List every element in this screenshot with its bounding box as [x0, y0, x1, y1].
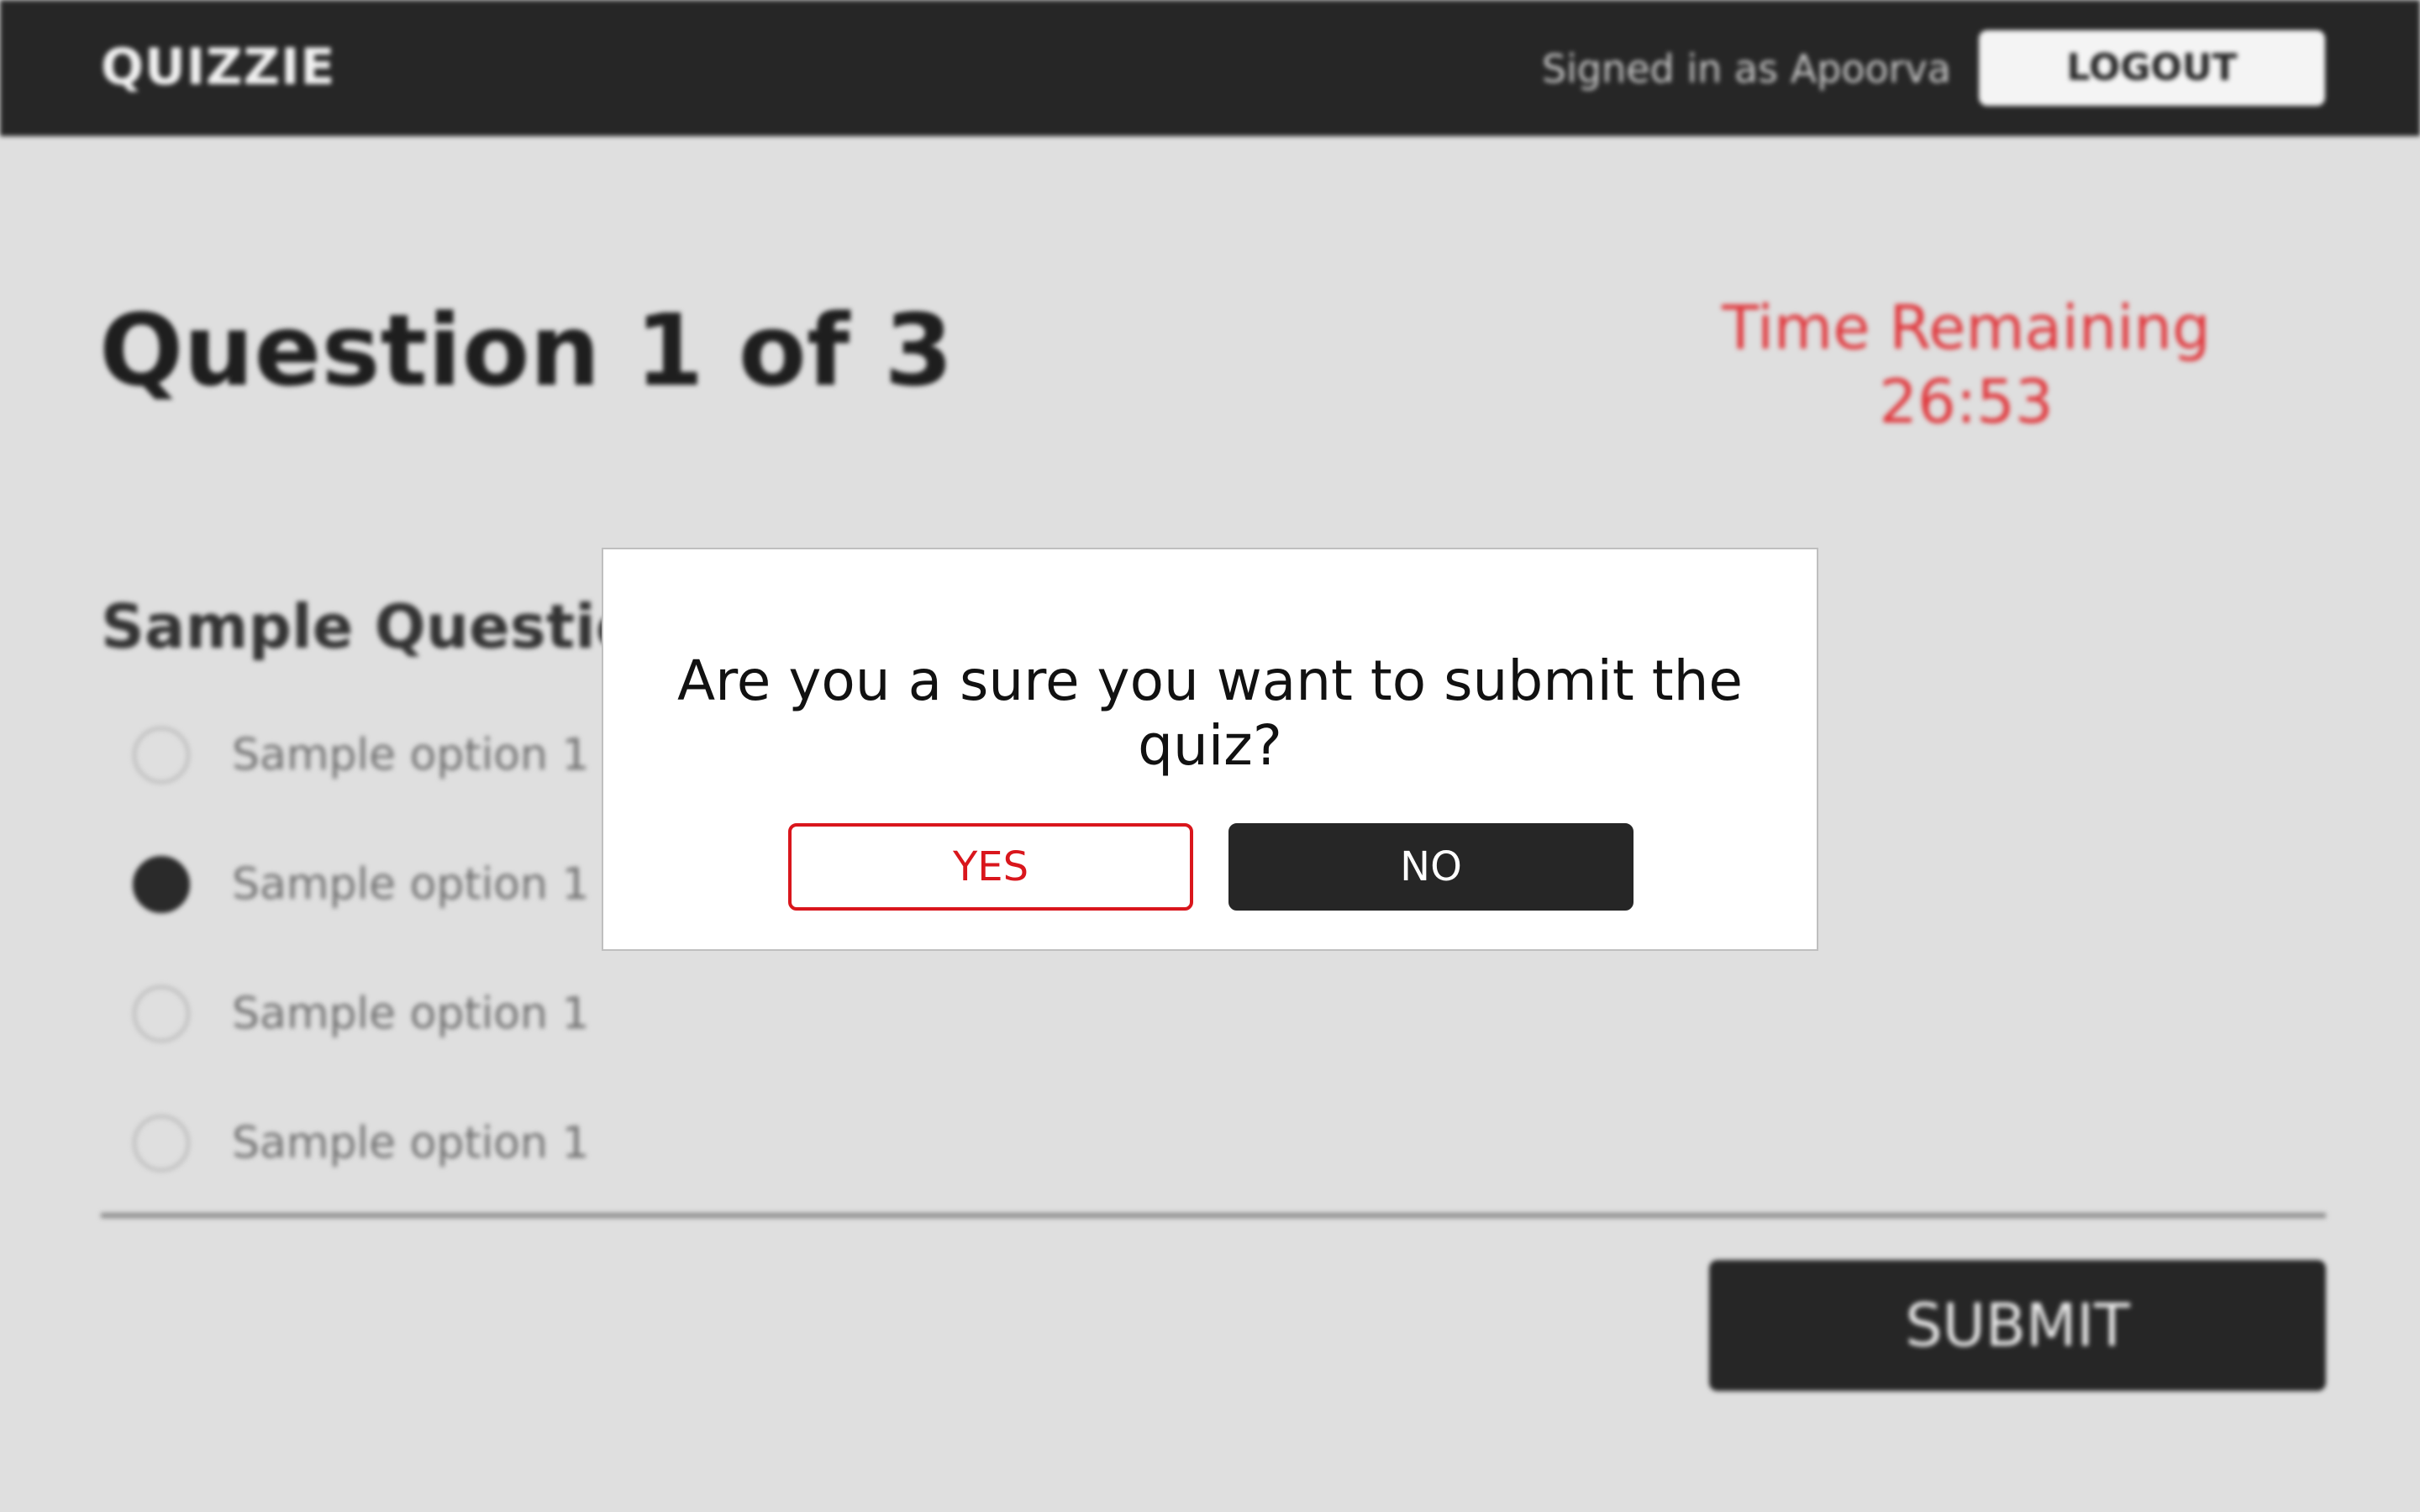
option-label: Sample option 1	[232, 730, 590, 780]
answer-option[interactable]: Sample option 1	[133, 1114, 590, 1173]
app-logo: QUIZZIE	[101, 38, 336, 97]
radio-button[interactable]	[133, 1115, 190, 1172]
option-label: Sample option 1	[232, 989, 590, 1039]
timer-label: Time Remaining	[1722, 292, 2211, 363]
option-label: Sample option 1	[232, 859, 590, 910]
signed-in-text: Signed in as Apoorva	[1541, 46, 1951, 92]
confirm-no-button[interactable]: NO	[1228, 823, 1634, 911]
dialog-message: Are you a sure you want to submit the qu…	[676, 648, 1744, 778]
radio-button-selected[interactable]	[133, 856, 190, 913]
top-navbar: QUIZZIE Signed in as Apoorva LOGOUT	[0, 0, 2420, 136]
submit-button[interactable]: SUBMIT	[1709, 1260, 2326, 1391]
answer-option[interactable]: Sample option 1	[133, 855, 590, 914]
radio-button[interactable]	[133, 985, 190, 1042]
answer-option[interactable]: Sample option 1	[133, 726, 590, 785]
option-label: Sample option 1	[232, 1118, 590, 1168]
question-text: Sample Question	[101, 591, 681, 662]
submit-confirmation-dialog: Are you a sure you want to submit the qu…	[602, 548, 1818, 951]
timer-value: 26:53	[1879, 366, 2054, 437]
section-divider	[101, 1213, 2326, 1218]
logout-button[interactable]: LOGOUT	[1979, 30, 2325, 106]
confirm-yes-button[interactable]: YES	[788, 823, 1193, 911]
answer-option[interactable]: Sample option 1	[133, 984, 590, 1043]
radio-button[interactable]	[133, 727, 190, 784]
timer: Time Remaining 26:53	[1664, 291, 2269, 438]
question-progress-title: Question 1 of 3	[99, 292, 954, 408]
